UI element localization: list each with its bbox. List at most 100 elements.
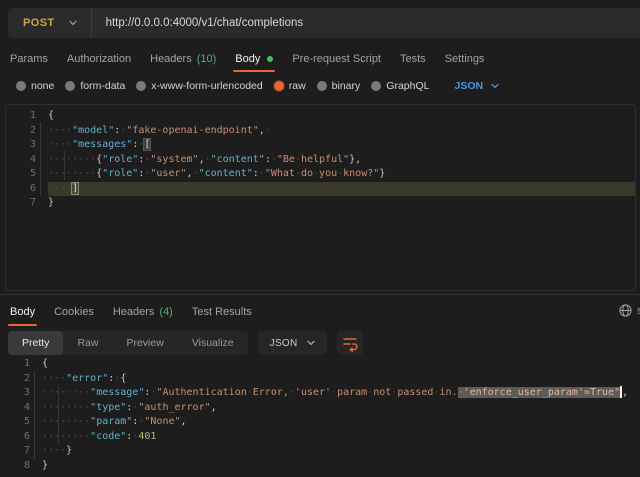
- code-token: "fake-openai-endpoint": [126, 125, 258, 136]
- code-token: "error": [66, 373, 108, 384]
- tab-params[interactable]: Params: [10, 49, 48, 68]
- tab-label: Params: [10, 53, 48, 65]
- view-tab-visualize[interactable]: Visualize: [178, 331, 248, 355]
- code-line[interactable]: 2····"error":·{: [0, 372, 640, 387]
- response-language-select[interactable]: JSON: [258, 331, 327, 355]
- wrap-lines-icon: [341, 334, 359, 352]
- view-tab-raw[interactable]: Raw: [63, 331, 112, 355]
- code-token: "param": [90, 416, 132, 427]
- globe-icon[interactable]: [619, 304, 632, 317]
- code-content: ········{"role":·"user",·"content":·"Wha…: [48, 167, 635, 182]
- radio-label: x-www-form-urlencoded: [151, 80, 262, 92]
- body-type-none[interactable]: none: [16, 80, 54, 92]
- code-token: "role": [102, 168, 138, 179]
- code-line[interactable]: 6········"code":·401: [0, 430, 640, 445]
- response-view-tabs: PrettyRawPreviewVisualize: [8, 331, 248, 355]
- code-token: "Authentication: [156, 387, 246, 398]
- body-type-x-www-form-urlencoded[interactable]: x-www-form-urlencoded: [136, 80, 262, 92]
- body-type-binary[interactable]: binary: [317, 80, 361, 92]
- line-number: 2: [6, 124, 36, 139]
- chevron-down-icon: [491, 83, 499, 89]
- response-header-actions: [619, 304, 632, 317]
- response-section: BodyCookiesHeaders(4)Test Results s Pret…: [0, 294, 640, 477]
- response-tab-body[interactable]: Body: [10, 302, 35, 321]
- code-token: you: [319, 168, 337, 179]
- code-content: {: [42, 357, 640, 372]
- response-body-editor[interactable]: 1{2····"error":·{3········"message":·"Au…: [0, 355, 640, 477]
- code-token: know?": [343, 168, 379, 179]
- tab-label: Settings: [445, 53, 485, 65]
- code-token: }: [48, 197, 54, 208]
- raw-language-label: JSON: [454, 80, 483, 92]
- code-token: "system": [150, 154, 198, 165]
- url-input[interactable]: http://0.0.0.0:4000/v1/chat/completions: [92, 17, 304, 29]
- code-content: ········"message":·"Authentication·Error…: [42, 386, 640, 401]
- response-tab-cookies[interactable]: Cookies: [54, 302, 94, 321]
- code-line[interactable]: 8}: [0, 459, 640, 474]
- tab-settings[interactable]: Settings: [445, 49, 485, 68]
- code-token: "model": [72, 125, 114, 136]
- line-number: 4: [6, 153, 36, 168]
- tab-pre-request-script[interactable]: Pre-request Script: [292, 49, 381, 68]
- unsaved-dot-icon: [267, 56, 273, 62]
- response-tab-test-results[interactable]: Test Results: [192, 302, 252, 321]
- request-url-bar: POST http://0.0.0.0:4000/v1/chat/complet…: [8, 8, 640, 38]
- body-type-row: none form-data x-www-form-urlencoded raw bin…: [16, 77, 499, 95]
- code-content: ····"error":·{: [42, 372, 640, 387]
- tab-headers[interactable]: Headers(10): [150, 49, 216, 68]
- code-line[interactable]: 6····]: [6, 182, 635, 197]
- body-type-form-data[interactable]: form-data: [65, 80, 125, 92]
- code-token: passed: [397, 387, 433, 398]
- tab-body[interactable]: Body: [235, 49, 273, 68]
- code-line[interactable]: 2 ····"model":·"fake-openai-endpoint",·: [6, 124, 635, 139]
- tab-authorization[interactable]: Authorization: [67, 49, 131, 68]
- code-line[interactable]: 1{: [6, 109, 635, 124]
- code-token: "auth_error": [138, 402, 210, 413]
- code-content: ····"model":·"fake-openai-endpoint",·: [48, 124, 635, 139]
- code-token: 'user': [295, 387, 331, 398]
- code-token: ,: [181, 416, 187, 427]
- tab-tests[interactable]: Tests: [400, 49, 426, 68]
- tab-label: Body: [235, 53, 260, 65]
- view-tab-pretty[interactable]: Pretty: [8, 331, 63, 355]
- line-number: 3: [6, 138, 36, 153]
- code-line[interactable]: 7}: [6, 196, 635, 211]
- code-token: ]: [72, 183, 78, 194]
- request-body-editor[interactable]: 1{2 ····"model":·"fake-openai-endpoint",·…: [5, 104, 636, 291]
- tab-label: Headers: [113, 306, 155, 318]
- code-line[interactable]: 4 ········{"role":·"system",·"content":·"…: [6, 153, 635, 168]
- code-content: ····"messages":·[: [48, 138, 635, 153]
- code-token: "message": [90, 387, 144, 398]
- code-token: ·: [458, 387, 464, 398]
- code-content: ········"code":·401: [42, 430, 640, 445]
- code-token: "content": [211, 154, 265, 165]
- method-label: POST: [23, 17, 55, 29]
- tab-label: Pre-request Script: [292, 53, 381, 65]
- code-token: "What: [265, 168, 295, 179]
- method-selector[interactable]: POST: [8, 8, 91, 38]
- code-line[interactable]: 5········"param":·"None",: [0, 415, 640, 430]
- code-line[interactable]: 4········"type":·"auth_error",: [0, 401, 640, 416]
- code-line[interactable]: 1{: [0, 357, 640, 372]
- code-token: "Be: [277, 154, 295, 165]
- line-number: 4: [0, 401, 30, 416]
- code-content: ········{"role":·"system",·"content":·"B…: [48, 153, 635, 168]
- radio-label: binary: [332, 80, 361, 92]
- radio-icon: [274, 81, 284, 91]
- response-tab-headers[interactable]: Headers(4): [113, 302, 173, 321]
- code-line[interactable]: 7····}: [0, 444, 640, 459]
- body-type-raw[interactable]: raw: [274, 80, 306, 92]
- raw-language-select[interactable]: JSON: [454, 80, 499, 92]
- body-type-graphql[interactable]: GraphQL: [371, 80, 429, 92]
- line-number: 5: [0, 415, 30, 430]
- code-line[interactable]: 3 ····"messages":·[: [6, 138, 635, 153]
- code-token: do: [301, 168, 313, 179]
- code-token: ········: [42, 416, 90, 427]
- wrap-lines-button[interactable]: [337, 331, 363, 355]
- tab-label: Body: [10, 306, 35, 318]
- code-line[interactable]: 3········"message":·"Authentication·Erro…: [0, 386, 640, 401]
- line-number: 8: [0, 459, 30, 474]
- code-token: }: [42, 460, 48, 471]
- code-line[interactable]: 5········{"role":·"user",·"content":·"Wh…: [6, 167, 635, 182]
- view-tab-preview[interactable]: Preview: [112, 331, 177, 355]
